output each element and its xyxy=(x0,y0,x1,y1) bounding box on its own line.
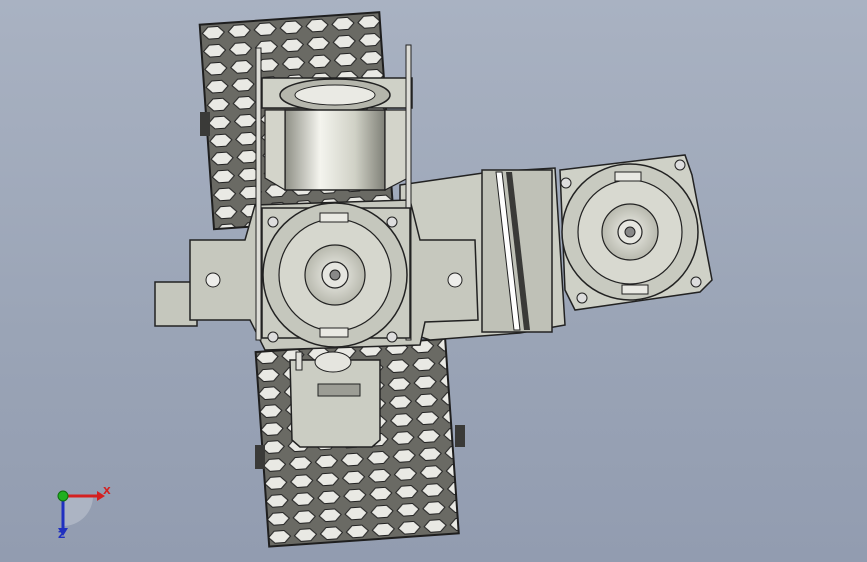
z-axis-label: Z xyxy=(58,530,66,541)
cad-viewport[interactable]: X Z xyxy=(0,0,867,562)
center-motor[interactable] xyxy=(261,202,411,348)
robot-wheel-assembly-model[interactable] xyxy=(0,0,867,562)
triad-plane-shade xyxy=(63,496,93,526)
top-cylinder-housing[interactable] xyxy=(261,77,413,192)
x-axis-label: X xyxy=(103,486,111,497)
lower-front-plate[interactable] xyxy=(289,351,381,448)
right-motor[interactable] xyxy=(559,154,713,311)
y-axis-dot xyxy=(57,490,69,502)
